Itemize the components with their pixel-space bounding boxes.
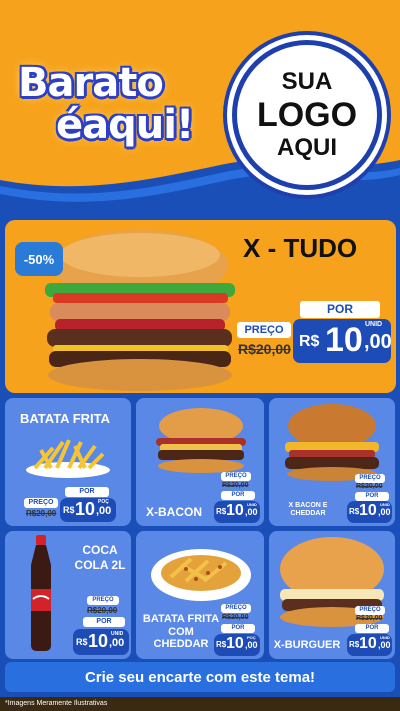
price-integer: 10	[359, 502, 377, 519]
por-label: POR	[221, 491, 255, 500]
price-box: R$ 10 ,00 UNID	[73, 629, 129, 655]
header: Barato éaqui! SUA LOGO AQUI	[0, 0, 400, 215]
product-name: X-BACON	[146, 505, 202, 519]
currency: R$	[76, 637, 88, 647]
fries-icon	[26, 439, 110, 478]
unit-label: UNID	[247, 502, 257, 507]
currency: R$	[299, 333, 320, 350]
product-card-coca-cola[interactable]: COCA COLA 2L PREÇO R$20,00 POR R$ 10 ,00…	[5, 531, 131, 659]
preco-label: PREÇO	[87, 596, 119, 605]
product-name: BATATA FRITA	[19, 411, 110, 426]
old-price: R$20,00	[238, 341, 291, 357]
product-card-batata-frita[interactable]: BATATA FRITA PREÇO R$20,00 POR R$ 10 ,00…	[5, 398, 131, 526]
por-label: POR	[65, 487, 109, 497]
featured-price-box: R$ 10 ,00 UNID	[293, 319, 392, 363]
preco-label: PREÇO	[24, 498, 58, 508]
currency: R$	[63, 505, 75, 515]
logo-placeholder: SUA LOGO AQUI	[232, 40, 382, 190]
footnote: *Imagens Meramente Ilustrativas	[0, 697, 400, 711]
price-decimals: ,00	[378, 507, 391, 517]
price-box: R$ 10 ,00 UNID	[214, 501, 260, 523]
currency: R$	[216, 507, 227, 516]
por-label: POR	[83, 617, 125, 627]
product-name: COCA COLA 2L	[74, 543, 126, 572]
price-integer: 10	[325, 321, 363, 359]
unit-label: UNID	[111, 631, 124, 637]
soda-bottle-icon	[31, 535, 51, 651]
preco-label: PREÇO	[221, 472, 251, 481]
price-integer: 10	[226, 635, 244, 652]
price-box: R$ 10 ,00 UNID	[347, 634, 392, 656]
product-name: X-BURGUER	[273, 639, 341, 651]
currency: R$	[216, 640, 227, 649]
unit-label: POÇ	[98, 499, 109, 505]
featured-product[interactable]: -50% X - TUDO PREÇO R$20,00 POR R$ 10 ,0…	[5, 220, 396, 393]
unit-label: UNID	[380, 635, 390, 640]
por-label: POR	[221, 624, 255, 633]
old-price: R$20,00	[222, 614, 249, 621]
price-box: R$ 10 ,00 UNID	[347, 501, 392, 523]
currency: R$	[349, 640, 360, 649]
old-price: R$20,00	[222, 482, 249, 489]
brand-logo: Barato éaqui!	[12, 58, 217, 168]
product-name: X BACON E CHEDDAR	[288, 502, 328, 517]
old-price: R$20,00	[356, 615, 383, 622]
price-integer: 10	[75, 499, 96, 519]
por-label: POR	[300, 301, 380, 318]
preco-label: PREÇO	[355, 606, 385, 615]
price-integer: 10	[359, 635, 377, 652]
discount-badge: -50%	[15, 242, 63, 276]
currency: R$	[349, 507, 360, 516]
price-decimals: ,00	[378, 640, 391, 650]
por-label: POR	[355, 492, 389, 501]
price-decimals: ,00	[109, 637, 125, 649]
old-price: R$20,00	[26, 509, 57, 518]
preco-label: PREÇO	[221, 604, 251, 613]
price-decimals: ,00	[245, 507, 258, 517]
burger-icon	[285, 404, 379, 481]
price-integer: 10	[88, 631, 109, 651]
preco-label: PREÇO	[355, 474, 385, 483]
logo-line1: SUA	[281, 68, 333, 95]
preco-label: PREÇO	[237, 322, 291, 338]
unit-label: POÇ	[247, 635, 256, 640]
price-box: R$ 10 ,00 POÇ	[214, 634, 260, 656]
brand-line1: Barato	[18, 60, 164, 106]
unit-label: UNID	[365, 321, 383, 328]
featured-title: X - TUDO	[243, 233, 358, 263]
price-decimals: ,00	[364, 331, 392, 353]
price-box: R$ 10 ,00 POÇ	[60, 498, 116, 522]
price-decimals: ,00	[245, 640, 258, 650]
product-card-x-bacon-cheddar[interactable]: X BACON E CHEDDAR PREÇO R$20,00 POR R$ 1…	[269, 398, 395, 526]
product-card-batata-cheddar[interactable]: BATATA FRITA COM CHEDDAR PREÇO R$20,00 P…	[136, 531, 264, 659]
price-integer: 10	[226, 502, 244, 519]
unit-label: UNID	[380, 502, 390, 507]
cheddar-fries-icon	[151, 549, 251, 601]
cta-button[interactable]: Crie seu encarte com este tema!	[5, 662, 395, 692]
product-card-x-bacon[interactable]: X-BACON PREÇO R$20,00 POR R$ 10 ,00 UNID	[136, 398, 264, 526]
old-price: R$20,00	[356, 483, 383, 490]
old-price: R$20,00	[87, 606, 118, 615]
burger-icon	[156, 408, 246, 473]
logo-line3: AQUI	[277, 134, 337, 161]
por-label: POR	[355, 624, 389, 633]
product-card-x-burguer[interactable]: X-BURGUER PREÇO R$20,00 POR R$ 10 ,00 UN…	[269, 531, 395, 659]
product-name: BATATA FRITA COM CHEDDAR	[142, 613, 220, 651]
brand-line2: éaqui!	[56, 102, 194, 148]
logo-line2: LOGO	[256, 96, 358, 134]
price-decimals: ,00	[96, 505, 112, 517]
